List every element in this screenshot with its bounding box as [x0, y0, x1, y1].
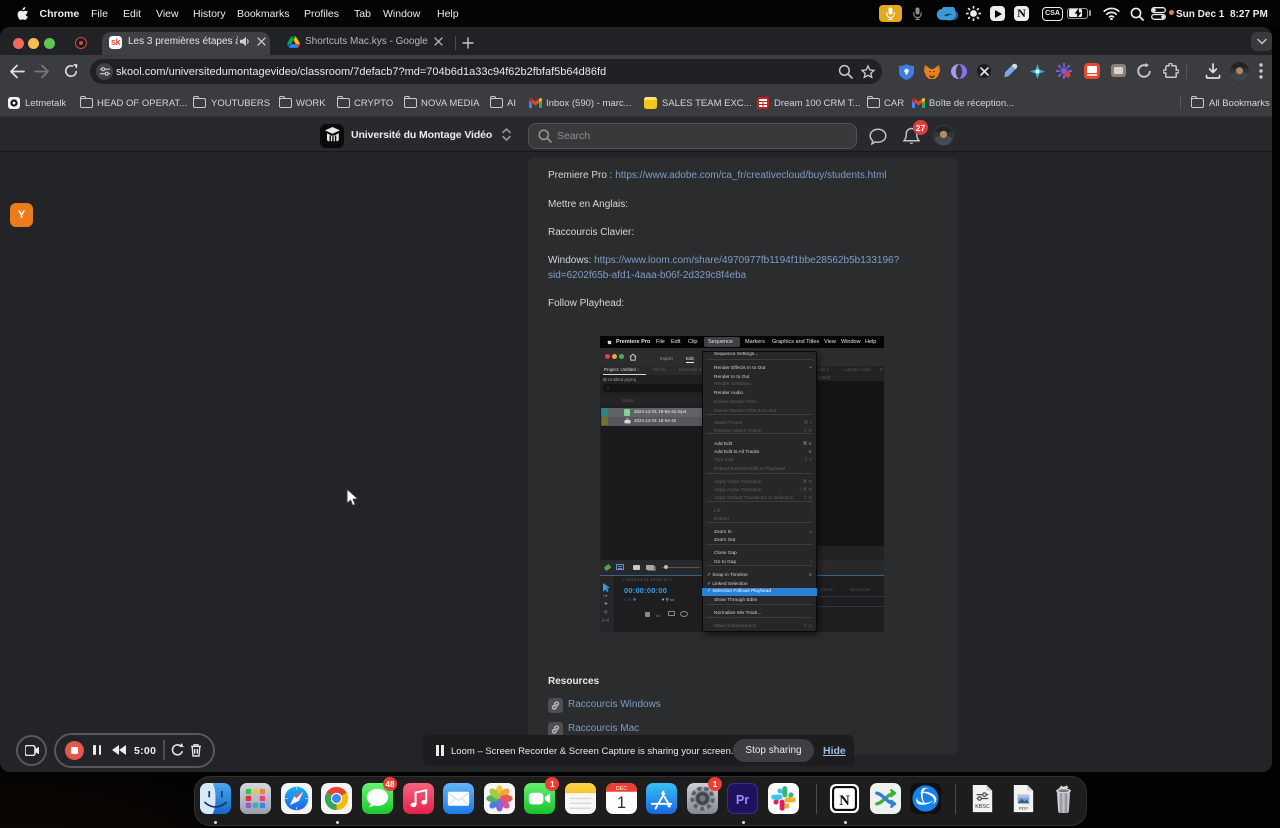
svg-text:Pr: Pr: [736, 793, 749, 807]
svg-text:N: N: [839, 793, 850, 809]
svg-text:PDF: PDF: [1018, 806, 1028, 812]
svg-text:KBSC: KBSC: [975, 804, 990, 810]
svg-text:1: 1: [617, 794, 626, 812]
svg-text:DEC: DEC: [615, 786, 626, 792]
